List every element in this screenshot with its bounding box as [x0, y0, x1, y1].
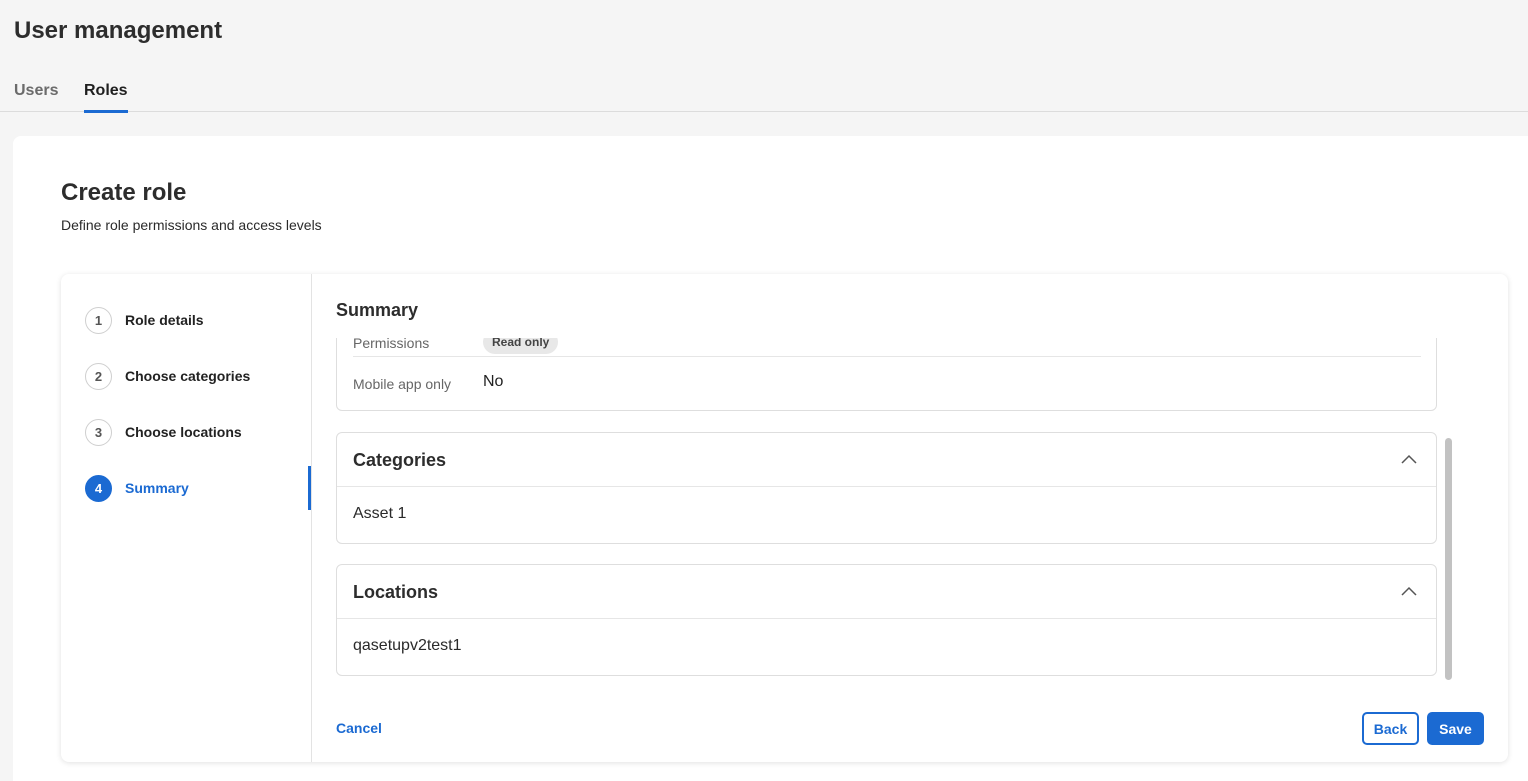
step-summary[interactable]: 4 Summary [85, 474, 189, 502]
step-choose-categories[interactable]: 2 Choose categories [85, 362, 250, 390]
step-number: 1 [85, 306, 112, 334]
step-choose-locations[interactable]: 3 Choose locations [85, 418, 242, 446]
summary-title: Summary [336, 300, 419, 320]
locations-panel: Locations qasetupv2test1 [336, 564, 1437, 676]
summary-content: Summary Permissions Read only Mobile app… [313, 274, 1508, 762]
back-button[interactable]: Back [1362, 712, 1419, 745]
step-label: Choose categories [125, 368, 251, 384]
wizard-steps: 1 Role details 2 Choose categories 3 Cho… [61, 274, 312, 762]
role-wizard: 1 Role details 2 Choose categories 3 Cho… [61, 274, 1508, 762]
summary-scroll-area[interactable]: Permissions Read only Mobile app only No… [336, 338, 1452, 686]
step-number: 2 [85, 362, 112, 390]
page-title: User management [14, 17, 223, 44]
cancel-button[interactable]: Cancel [336, 720, 382, 736]
mobile-app-row: Mobile app only No [353, 370, 753, 394]
card-title: Create role [61, 179, 187, 206]
tab-bar: Users Roles [0, 70, 1528, 113]
role-details-panel: Permissions Read only Mobile app only No [336, 338, 1437, 411]
location-item: qasetupv2test1 [353, 637, 462, 654]
step-label: Choose locations [125, 424, 242, 440]
chevron-up-icon[interactable] [1400, 451, 1418, 469]
tab-roles[interactable]: Roles [84, 82, 128, 113]
categories-header[interactable]: Categories [337, 433, 1436, 487]
permissions-row: Permissions Read only [353, 338, 1421, 357]
locations-header[interactable]: Locations [337, 565, 1436, 619]
save-button[interactable]: Save [1427, 712, 1484, 745]
scrollbar-thumb[interactable] [1445, 438, 1452, 680]
active-step-indicator [308, 466, 311, 510]
locations-title: Locations [353, 582, 439, 602]
categories-title: Categories [353, 450, 447, 470]
tab-users[interactable]: Users [14, 82, 58, 110]
step-role-details[interactable]: 1 Role details [85, 306, 204, 334]
chevron-up-icon[interactable] [1400, 583, 1418, 601]
mobile-app-value: No [483, 373, 504, 390]
permissions-badge: Read only [483, 338, 559, 354]
step-label: Summary [125, 480, 189, 496]
category-item: Asset 1 [353, 505, 407, 522]
step-number: 4 [85, 474, 112, 502]
step-number: 3 [85, 418, 112, 446]
create-role-card: Create role Define role permissions and … [13, 136, 1528, 781]
scrollbar[interactable] [1443, 338, 1453, 686]
mobile-app-label: Mobile app only [353, 376, 452, 392]
categories-panel: Categories Asset 1 [336, 432, 1437, 544]
step-label: Role details [125, 312, 204, 328]
card-subtitle: Define role permissions and access level… [61, 217, 322, 233]
permissions-label: Permissions [353, 338, 430, 351]
